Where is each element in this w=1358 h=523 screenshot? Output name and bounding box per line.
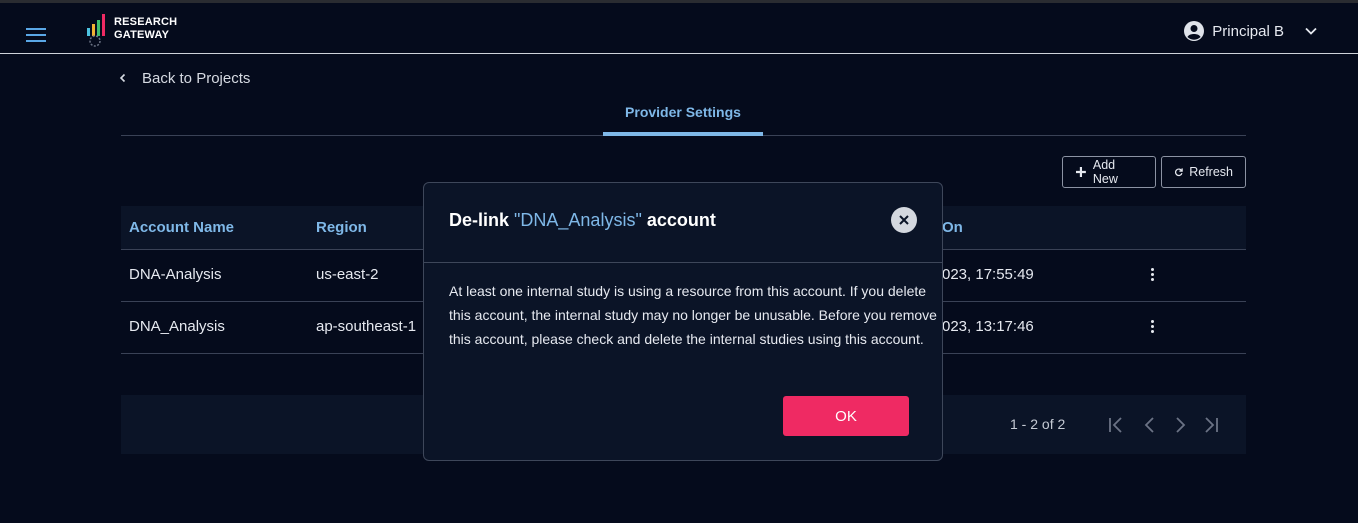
dialog-title-prefix: De-link: [449, 210, 515, 230]
user-name: Principal B: [1212, 22, 1284, 40]
first-page-icon[interactable]: [1106, 415, 1126, 435]
pagination-info: 1 - 2 of 2: [1010, 416, 1066, 432]
logo-bars-icon: [87, 14, 105, 47]
plus-icon: [1075, 167, 1086, 177]
add-new-label: Add New: [1092, 158, 1118, 186]
refresh-label: Refresh: [1189, 165, 1233, 179]
top-bar: RESEARCH GATEWAY Principal B: [0, 0, 1358, 54]
tab-provider-settings[interactable]: Provider Settings: [603, 98, 763, 136]
refresh-button[interactable]: Refresh: [1161, 156, 1246, 188]
column-created-on[interactable]: On: [942, 219, 963, 236]
user-avatar-icon: [1184, 21, 1205, 41]
tab-bar: Provider Settings: [121, 98, 1246, 136]
row-actions-icon[interactable]: [1148, 318, 1156, 336]
cell-region: us-east-2: [316, 266, 379, 283]
dialog-title: De-link "DNA_Analysis" account: [449, 210, 716, 231]
back-label: Back to Projects: [142, 69, 251, 87]
column-region[interactable]: Region: [316, 219, 367, 236]
previous-page-icon[interactable]: [1140, 415, 1160, 435]
column-account-name[interactable]: Account Name: [129, 219, 234, 236]
menu-icon[interactable]: [26, 28, 46, 42]
logo-text: RESEARCH GATEWAY: [114, 16, 177, 42]
dialog-message: At least one internal study is using a r…: [449, 283, 937, 347]
close-icon: [899, 215, 909, 225]
dialog-account-name: "DNA_Analysis": [514, 210, 642, 230]
cell-account-name: DNA-Analysis: [129, 266, 222, 283]
cell-account-name: DNA_Analysis: [129, 318, 225, 335]
row-actions-icon[interactable]: [1148, 266, 1156, 284]
chevron-down-icon: [1305, 27, 1317, 35]
user-menu[interactable]: Principal B: [1184, 17, 1318, 45]
next-page-icon[interactable]: [1170, 415, 1190, 435]
refresh-icon: [1174, 168, 1183, 177]
cell-created-on: 023, 17:55:49: [942, 266, 1034, 283]
logo-line2: GATEWAY: [114, 29, 170, 41]
back-to-projects-link[interactable]: Back to Projects: [118, 68, 250, 88]
app-logo[interactable]: RESEARCH GATEWAY: [84, 12, 184, 50]
delink-account-dialog: De-link "DNA_Analysis" account At least …: [423, 182, 943, 461]
last-page-icon[interactable]: [1201, 415, 1221, 435]
dialog-title-suffix: account: [641, 210, 716, 230]
logo-line1: RESEARCH: [114, 16, 178, 28]
chevron-left-icon: [119, 73, 126, 83]
add-new-button[interactable]: Add New: [1062, 156, 1156, 188]
dialog-header: De-link "DNA_Analysis" account: [424, 183, 942, 263]
cell-created-on: 023, 13:17:46: [942, 318, 1034, 335]
cell-region: ap-southeast-1: [316, 318, 417, 335]
close-dialog-button[interactable]: [891, 207, 917, 233]
ok-button[interactable]: OK: [783, 396, 909, 436]
